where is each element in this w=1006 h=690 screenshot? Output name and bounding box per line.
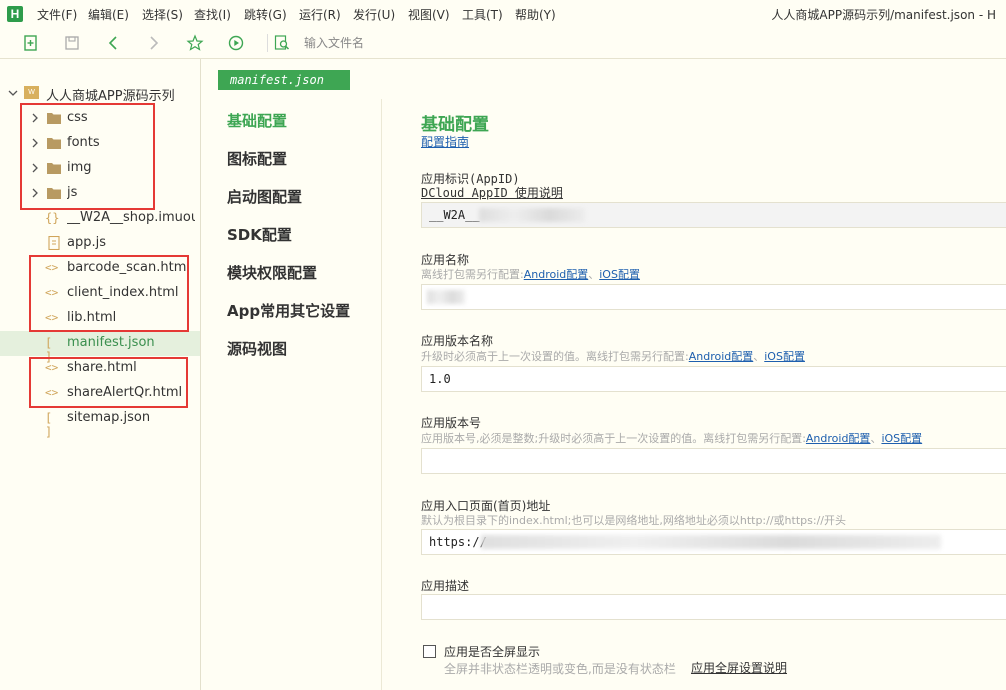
nav-app-other-settings[interactable]: App常用其它设置 xyxy=(227,300,350,321)
nav-icon-config[interactable]: 图标配置 xyxy=(227,148,287,169)
tab-manifest[interactable]: manifest.json xyxy=(218,70,350,90)
version-code-hint: 应用版本号,必须是整数;升级时必须高于上一次设置的值。离线打包需另行配置:And… xyxy=(421,432,923,445)
appid-help-link[interactable]: DCloud AppID 使用说明 xyxy=(421,184,563,201)
fullscreen-help-link[interactable]: 应用全屏设置说明 xyxy=(691,659,787,676)
nav-splash-config[interactable]: 启动图配置 xyxy=(227,186,302,207)
back-icon[interactable] xyxy=(105,34,123,52)
project-sidebar: W 人人商城APP源码示列 css fonts img js {} __W2A_… xyxy=(0,59,201,690)
highlight-box-share-files xyxy=(29,357,188,408)
redacted-blur xyxy=(479,208,585,222)
nav-sdk-config[interactable]: SDK配置 xyxy=(227,224,292,245)
ios-config-link[interactable]: iOS配置 xyxy=(881,432,922,445)
tree-item-sitemap[interactable]: [ ] sitemap.json xyxy=(0,406,200,439)
fullscreen-checkbox[interactable] xyxy=(423,645,436,658)
run-icon[interactable] xyxy=(227,34,245,52)
app-name-hint: 离线打包需另行配置:Android配置、iOS配置 xyxy=(421,268,640,281)
star-icon[interactable] xyxy=(186,34,204,52)
menu-view[interactable]: 视图(V) xyxy=(408,6,450,23)
tree-item-manifest[interactable]: [ ] manifest.json xyxy=(0,331,200,364)
section-title: 基础配置 xyxy=(421,115,489,135)
search-file-icon[interactable] xyxy=(273,34,291,52)
project-name: 人人商城APP源码示列 xyxy=(46,89,175,104)
version-name-label: 应用版本名称 xyxy=(421,334,494,348)
brace-file-icon: {} xyxy=(45,211,60,225)
toolbar xyxy=(0,28,1006,59)
menu-tools[interactable]: 工具(T) xyxy=(462,6,503,23)
appid-value: __W2A__ xyxy=(429,208,480,222)
js-file-icon xyxy=(48,236,60,250)
config-form: 基础配置 配置指南 应用标识(AppID) DCloud AppID 使用说明 … xyxy=(421,59,1006,690)
entry-page-value: https:// xyxy=(429,535,487,549)
new-file-icon[interactable] xyxy=(22,34,40,52)
menu-run[interactable]: 运行(R) xyxy=(299,6,341,23)
android-config-link[interactable]: Android配置 xyxy=(806,432,871,445)
highlight-box-folders xyxy=(20,103,155,210)
tree-item-label: sitemap.json xyxy=(67,410,151,425)
version-name-hint: 升级时必须高于上一次设置的值。离线打包需另行配置:Android配置、iOS配置 xyxy=(421,350,805,363)
version-code-input[interactable] xyxy=(421,448,1006,474)
menu-select[interactable]: 选择(S) xyxy=(142,6,183,23)
menu-help[interactable]: 帮助(Y) xyxy=(515,6,556,23)
tree-item-label: manifest.json xyxy=(67,335,155,350)
android-config-link[interactable]: Android配置 xyxy=(524,268,589,281)
nav-basic-config[interactable]: 基础配置 xyxy=(227,110,287,131)
nav-divider xyxy=(381,99,382,690)
tree-item-label: __W2A__shop.imuou... xyxy=(67,210,195,225)
toolbar-separator xyxy=(267,34,268,52)
config-guide-link[interactable]: 配置指南 xyxy=(421,133,469,150)
menu-file[interactable]: 文件(F) xyxy=(37,6,77,23)
version-name-value: 1.0 xyxy=(429,372,451,386)
entry-page-hint: 默认为根目录下的index.html;也可以是网络地址,网络地址必须以http:… xyxy=(421,514,846,527)
forward-icon[interactable] xyxy=(144,34,162,52)
tree-item-label: app.js xyxy=(67,235,106,250)
editor-pane: manifest.json 基础配置 图标配置 启动图配置 SDK配置 模块权限… xyxy=(201,59,1006,690)
json-file-icon: [ ] xyxy=(45,411,53,439)
menu-goto[interactable]: 跳转(G) xyxy=(244,6,287,23)
app-logo: H xyxy=(7,6,23,22)
redacted-blur xyxy=(481,535,941,549)
fullscreen-label: 应用是否全屏显示 xyxy=(444,645,541,659)
window-title: 人人商城APP源码示列/manifest.json - H xyxy=(771,8,996,22)
nav-module-permissions[interactable]: 模块权限配置 xyxy=(227,262,317,283)
ios-config-link[interactable]: iOS配置 xyxy=(599,268,640,281)
android-config-link[interactable]: Android配置 xyxy=(689,350,754,363)
menu-find[interactable]: 查找(I) xyxy=(194,6,231,23)
menu-bar: H 文件(F) 编辑(E) 选择(S) 查找(I) 跳转(G) 运行(R) 发行… xyxy=(0,0,1006,28)
ios-config-link[interactable]: iOS配置 xyxy=(764,350,805,363)
tree-item-appjs[interactable]: app.js xyxy=(0,231,200,256)
version-name-input[interactable]: 1.0 xyxy=(421,366,1006,392)
save-icon[interactable] xyxy=(63,34,81,52)
fullscreen-hint: 全屏并非状态栏透明或变色,而是没有状态栏 xyxy=(444,662,676,676)
chevron-down-icon xyxy=(8,90,18,96)
json-file-icon: [ ] xyxy=(45,336,53,364)
description-input[interactable] xyxy=(421,594,1006,620)
app-name-input[interactable] xyxy=(421,284,1006,310)
file-search-input[interactable] xyxy=(302,32,606,54)
nav-source-view[interactable]: 源码视图 xyxy=(227,338,287,359)
description-label: 应用描述 xyxy=(421,579,470,593)
project-folder-icon: W xyxy=(24,86,39,99)
highlight-box-html-files xyxy=(29,255,189,332)
redacted-blur xyxy=(427,290,465,304)
menu-edit[interactable]: 编辑(E) xyxy=(88,6,129,23)
menu-publish[interactable]: 发行(U) xyxy=(353,6,395,23)
version-code-label: 应用版本号 xyxy=(421,416,482,430)
